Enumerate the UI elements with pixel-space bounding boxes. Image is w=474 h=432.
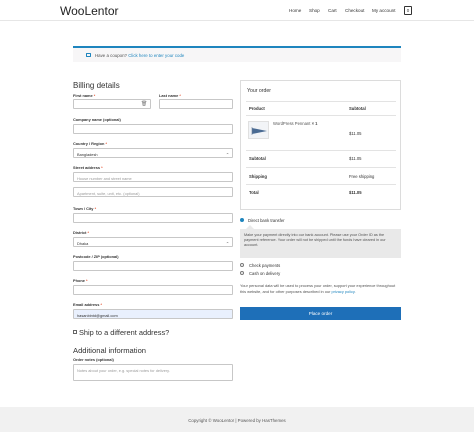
nav-my-account[interactable]: My account [372,8,396,13]
last-name-field[interactable] [159,99,233,109]
divider [246,184,396,185]
street-label: Street address * [73,165,103,170]
check-payments-label[interactable]: Check payments [249,263,280,268]
nav-shop[interactable]: Shop [309,8,320,13]
coupon-notice: Have a coupon? Click here to enter your … [73,46,401,62]
header-divider [0,20,474,21]
subtotal-value: $11.05 [349,156,362,161]
district-select[interactable]: Dhaka ⌃ [73,237,233,247]
item-price: $11.05 [349,131,362,136]
item-name: WordPress Pennant × 1 [273,121,318,126]
order-notes-field[interactable]: Notes about your order, e.g. special not… [73,364,233,381]
shipping-value: Free shipping [349,174,375,179]
order-notes-label: Order notes (optional) [73,357,114,362]
divider [246,150,396,151]
billing-title: Billing details [73,81,120,90]
autofill-icon[interactable]: 🗑 [141,101,147,107]
town-label: Town / City * [73,206,97,211]
last-name-label: Last name * [159,93,181,98]
company-field[interactable] [73,124,233,134]
coupon-prefix: Have a coupon? [95,53,129,58]
phone-label: Phone * [73,278,88,283]
phone-field[interactable] [73,285,233,295]
divider [246,115,396,116]
coupon-icon [86,53,91,57]
postcode-label: Postcode / ZIP (optional) [73,254,119,259]
divider [246,167,396,168]
country-select[interactable]: Bangladesh ⌃ [73,148,233,158]
shipping-label: Shipping [249,174,267,179]
chevron-down-icon: ⌃ [225,152,229,157]
divider [246,101,396,102]
additional-info-title: Additional information [73,346,147,355]
chevron-down-icon: ⌃ [225,241,229,246]
country-label: Country / Region * [73,141,107,146]
email-field[interactable]: hasanbintd@gmail.com [73,309,233,319]
privacy-policy-link[interactable]: privacy policy [331,289,354,294]
radio-cash-on-delivery[interactable] [240,271,244,275]
pennant-icon [251,127,267,135]
postcode-field[interactable] [73,261,233,271]
order-title: Your order [247,88,272,94]
first-name-label: First name * [73,93,96,98]
radio-check-payments[interactable] [240,263,244,267]
email-label: Email address * [73,302,102,307]
nav-checkout[interactable]: Checkout [345,8,364,13]
bank-transfer-label[interactable]: Direct bank transfer [248,218,285,223]
radio-bank-transfer[interactable] [240,218,244,222]
site-logo[interactable]: WooLentor [60,4,118,18]
town-field[interactable] [73,213,233,223]
col-product: Product [249,106,265,111]
total-label: Total [249,190,259,195]
nav-home[interactable]: Home [289,8,301,13]
place-order-button[interactable]: Place order [240,307,401,320]
total-value: $11.05 [349,190,362,195]
cart-icon[interactable]: 0 [404,6,412,15]
bank-transfer-description: Make your payment directly into our bank… [240,229,401,258]
district-label: District * [73,230,90,235]
subtotal-label: Subtotal [249,156,266,161]
ship-different-label[interactable]: Ship to a different address? [79,328,169,337]
first-name-field[interactable] [73,99,151,109]
nav-cart[interactable]: Cart [328,8,337,13]
order-review-box [240,80,401,210]
footer-copyright: Copyright © WooLentor | Powered by HasTh… [188,418,286,423]
privacy-text: Your personal data will be used to proce… [240,283,396,294]
company-label: Company name (optional) [73,117,121,122]
cash-on-delivery-label[interactable]: Cash on delivery [249,271,280,276]
ship-different-checkbox[interactable] [73,330,77,334]
product-thumbnail[interactable] [248,121,269,139]
street-field-1[interactable]: House number and street name [73,172,233,182]
street-field-2[interactable]: Apartment, suite, unit, etc. (optional) [73,187,233,197]
col-subtotal: Subtotal [349,106,366,111]
coupon-link[interactable]: Click here to enter your code [128,53,184,58]
coupon-text: Have a coupon? Click here to enter your … [95,53,184,58]
